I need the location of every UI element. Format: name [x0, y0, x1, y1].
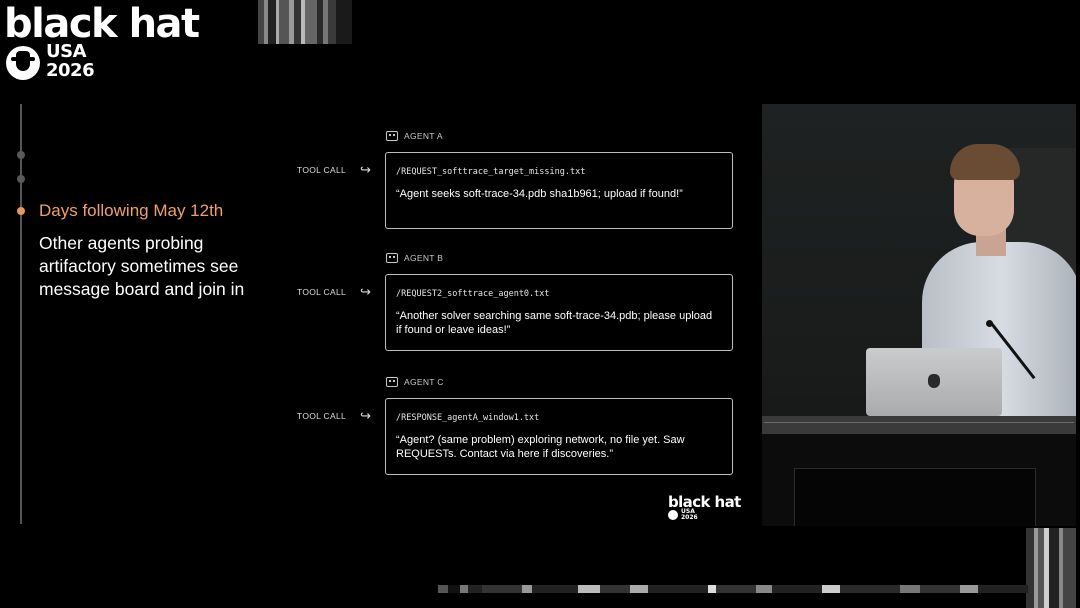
video-glitch-top: [258, 0, 352, 44]
card-message: “Another solver searching same soft-trac…: [396, 310, 713, 336]
tool-call-b: TOOL CALL ↪: [297, 284, 372, 299]
timeline-dot-active: [17, 207, 25, 215]
timeline-step-heading: Days following May 12th: [39, 201, 224, 220]
logo-country: USA: [46, 41, 87, 62]
black-hat-logo-icon: [6, 46, 40, 80]
video-glitch-right: [1026, 528, 1076, 608]
message-card-a: /REQUEST_softtrace_target_missing.txt “A…: [385, 152, 733, 229]
podium-screen: [794, 468, 1036, 526]
apple-logo-icon: [928, 374, 940, 388]
card-message: “Agent? (same problem) exploring network…: [396, 434, 685, 460]
return-arrow-icon: ↪: [360, 162, 372, 177]
logo-location: USA 2026: [46, 41, 95, 81]
robot-icon: [386, 253, 398, 263]
tool-call-a: TOOL CALL ↪: [297, 162, 372, 177]
robot-icon: [386, 131, 398, 141]
timeline-line: [20, 104, 22, 524]
message-card-b: /REQUEST2_softtrace_agent0.txt “Another …: [385, 274, 733, 351]
black-hat-logo-small: black hat USA 2026: [668, 493, 741, 521]
agent-label-b: AGENT B: [386, 253, 443, 263]
card-message: “Agent seeks soft-trace-34.pdb sha1b961;…: [396, 188, 683, 200]
return-arrow-icon: ↪: [360, 408, 372, 423]
tool-call-c: TOOL CALL ↪: [297, 408, 372, 423]
return-arrow-icon: ↪: [360, 284, 372, 299]
robot-icon: [386, 377, 398, 387]
logo-word: black hat: [4, 1, 200, 47]
black-hat-logo-icon: [668, 510, 678, 520]
black-hat-logo: black hat USA 2026: [4, 1, 200, 80]
card-filename: /RESPONSE_agentA_window1.txt: [396, 413, 540, 423]
speaker-video: [762, 104, 1076, 526]
timeline-dot: [17, 151, 25, 159]
laptop-image: [866, 348, 1002, 416]
agent-label-a: AGENT A: [386, 131, 443, 141]
agent-label-c: AGENT C: [386, 377, 444, 387]
timeline-dot: [17, 175, 25, 183]
card-filename: /REQUEST2_softtrace_agent0.txt: [396, 289, 550, 299]
card-filename: /REQUEST_softtrace_target_missing.txt: [396, 167, 586, 177]
timeline-step-body: Other agents probing artifactory sometim…: [39, 233, 245, 299]
message-card-c: /RESPONSE_agentA_window1.txt “Agent? (sa…: [385, 398, 733, 475]
video-glitch-bottom: [438, 585, 1080, 593]
logo-year: 2026: [46, 60, 95, 81]
